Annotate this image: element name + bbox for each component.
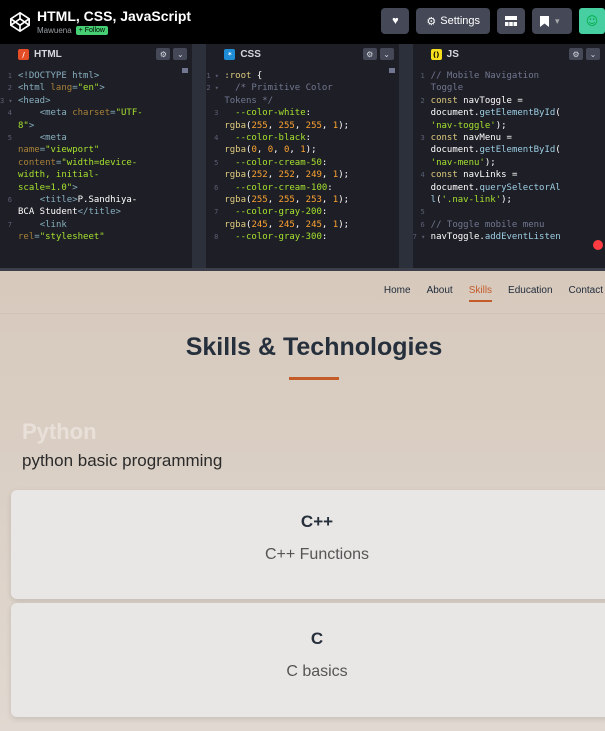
- html-code[interactable]: 1 <!DOCTYPE html> 2 <html lang="en"> 3 ▾ <h…: [0, 65, 192, 244]
- bookmark-button[interactable]: ▾: [532, 8, 572, 34]
- pen-title[interactable]: HTML, CSS, JavaScript: [37, 9, 191, 23]
- skill-title: Python: [22, 419, 97, 444]
- editor-panes: / HTML ⚙ ⌄ 1 <!DOCTYPE html> 2 <html lang="…: [0, 44, 605, 271]
- css-label: CSS: [240, 49, 261, 60]
- skill-card-python: Python python basic programming: [22, 419, 222, 471]
- nav-contact[interactable]: Contact: [561, 285, 605, 296]
- title-underline: [289, 377, 339, 380]
- chevron-down-icon[interactable]: ▾: [555, 16, 560, 27]
- html-editor[interactable]: / HTML ⚙ ⌄ 1 <!DOCTYPE html> 2 <html lang="…: [0, 44, 207, 268]
- chevron-down-icon[interactable]: ⌄: [585, 48, 600, 60]
- section-title: Skills & Technologies: [185, 333, 443, 361]
- gear-icon: ⚙: [426, 15, 437, 28]
- nav-about[interactable]: About: [419, 285, 461, 296]
- error-indicator-icon[interactable]: [592, 240, 603, 250]
- gear-icon[interactable]: ⚙: [156, 48, 171, 60]
- codepen-logo-icon[interactable]: [9, 11, 31, 33]
- heart-icon: ♥: [392, 15, 399, 27]
- skill-desc: python basic programming: [22, 451, 223, 470]
- heart-button[interactable]: ♥: [381, 8, 410, 34]
- skill-desc: C basics: [286, 663, 348, 680]
- nav-skills[interactable]: Skills: [461, 285, 500, 302]
- nav-links: Home About Skills Education Contact: [376, 285, 605, 302]
- css-editor[interactable]: * CSS ⚙ ⌄ 1 ▾:root { 2 ▾ /* Primitive Col…: [206, 44, 413, 268]
- skill-title: C: [310, 629, 324, 648]
- css-pane-header: * CSS ⚙ ⌄: [206, 44, 399, 65]
- settings-label: Settings: [440, 15, 480, 27]
- css-badge-icon: *: [224, 49, 236, 60]
- site-navbar: Home About Skills Education Contact: [0, 271, 605, 314]
- settings-button[interactable]: ⚙ Settings: [416, 8, 490, 34]
- preview-frame: Home About Skills Education Contact Skil…: [0, 271, 605, 731]
- js-badge-icon: (): [430, 49, 442, 60]
- html-badge-icon: /: [18, 49, 29, 60]
- nav-home[interactable]: Home: [376, 285, 419, 296]
- css-code[interactable]: 1 ▾:root { 2 ▾ /* Primitive Color Tokens…: [206, 65, 398, 244]
- js-pane-header: () JS ⚙ ⌄: [412, 44, 605, 65]
- avatar-face-icon: ☺: [585, 14, 599, 28]
- skill-title: C++: [300, 512, 334, 531]
- author-name[interactable]: Mawuena: [37, 26, 72, 35]
- js-code[interactable]: 1// Mobile Navigation Toggle 2 const navT…: [413, 65, 605, 244]
- gear-icon[interactable]: ⚙: [362, 48, 377, 60]
- skill-card-cpp: C++ C++ Functions: [11, 490, 605, 599]
- html-label: HTML: [34, 49, 62, 60]
- js-label: JS: [446, 49, 459, 60]
- skill-card-c: C C basics: [11, 603, 605, 717]
- codepen-header: HTML, CSS, JavaScript Mawuena + Follow ♥…: [0, 0, 605, 44]
- bookmark-icon: [540, 15, 549, 27]
- layout-icon: [505, 16, 517, 26]
- change-view-button[interactable]: [497, 8, 525, 34]
- chevron-down-icon[interactable]: ⌄: [173, 48, 188, 60]
- follow-button[interactable]: + Follow: [75, 26, 108, 35]
- skill-desc: C++ Functions: [264, 546, 370, 563]
- js-editor[interactable]: () JS ⚙ ⌄ 1// Mobile Navigation Toggle 2c…: [412, 44, 605, 268]
- chevron-down-icon[interactable]: ⌄: [379, 48, 394, 60]
- gear-icon[interactable]: ⚙: [568, 48, 583, 60]
- avatar[interactable]: ☺: [579, 8, 605, 34]
- nav-education[interactable]: Education: [500, 285, 560, 296]
- html-pane-header: / HTML ⚙ ⌄: [0, 44, 193, 65]
